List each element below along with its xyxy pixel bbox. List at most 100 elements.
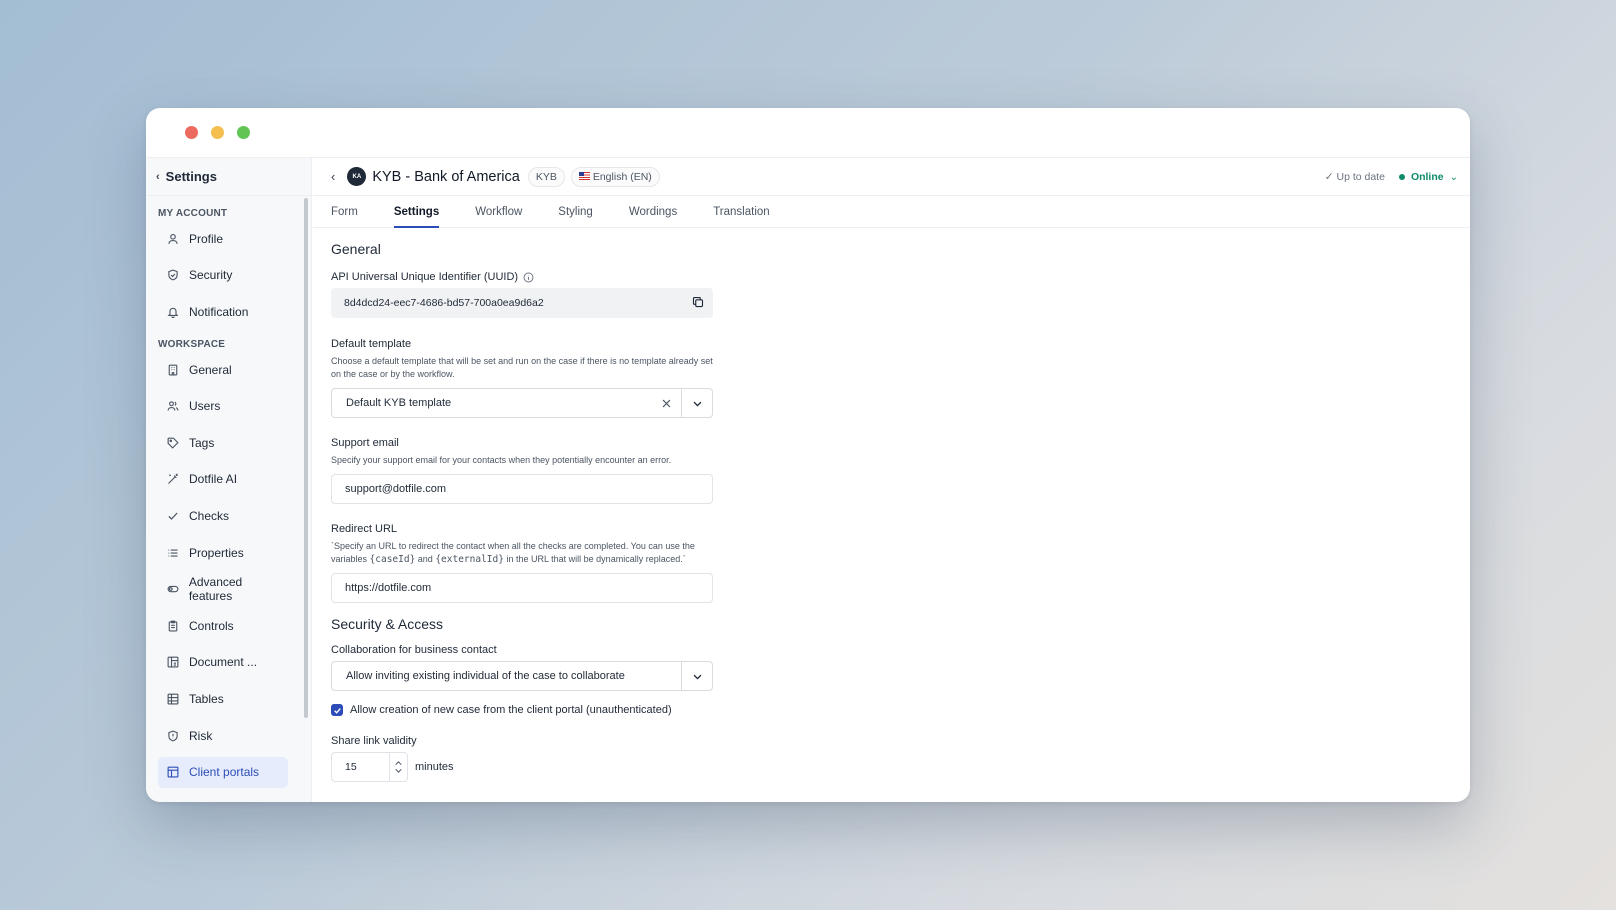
redirect-hint-end: in the URL that will be dynamically repl… — [503, 554, 686, 564]
app-window: ‹ Settings MY ACCOUNT Profile Security N… — [146, 108, 1470, 802]
chevron-down-icon[interactable] — [394, 767, 403, 775]
redirect-url-field[interactable]: https://dotfile.com — [331, 573, 713, 603]
sidebar-item-risk[interactable]: Risk — [158, 720, 288, 751]
chevron-down-icon[interactable] — [682, 398, 712, 409]
building-icon — [165, 364, 181, 376]
online-dot-icon — [1398, 174, 1405, 180]
language-label: English (EN) — [592, 170, 652, 183]
uuid-label: API Universal Unique Identifier (UUID) — [331, 271, 713, 283]
sidebar-back-settings[interactable]: ‹ Settings — [146, 158, 311, 196]
tab-form[interactable]: Form — [331, 206, 358, 227]
check-icon — [165, 510, 181, 522]
maximize-window-button[interactable] — [237, 126, 250, 139]
sidebar-item-checks[interactable]: Checks — [158, 501, 288, 532]
section-security-title: Security & Access — [331, 616, 444, 632]
document-icon — [165, 656, 181, 668]
sidebar-item-advanced-features[interactable]: Advanced features — [158, 574, 288, 605]
tab-workflow[interactable]: Workflow — [475, 206, 522, 227]
users-icon — [165, 400, 181, 412]
sidebar-item-document[interactable]: Document ... — [158, 647, 288, 678]
section-general-title: General — [331, 241, 381, 257]
sidebar-item-label: Tables — [189, 692, 224, 707]
sidebar-item-properties[interactable]: Properties — [158, 537, 288, 568]
allow-creation-label: Allow creation of new case from the clie… — [350, 704, 672, 716]
check-icon: ✓ — [1324, 171, 1337, 183]
share-validity-value[interactable]: 15 — [332, 761, 389, 773]
language-chip[interactable]: English (EN) — [570, 166, 660, 187]
share-validity-stepper[interactable]: 15 — [331, 752, 408, 782]
main-panel: ‹ KA KYB - Bank of America KYB English (… — [313, 158, 1470, 802]
chevron-down-icon[interactable]: ⌄ — [1450, 172, 1458, 183]
chevron-down-icon[interactable] — [682, 671, 712, 682]
close-window-button[interactable] — [185, 126, 198, 139]
sidebar-item-controls[interactable]: Controls — [158, 610, 288, 641]
close-icon[interactable] — [651, 398, 681, 409]
section-my-account: MY ACCOUNT — [158, 208, 228, 219]
tab-translation[interactable]: Translation — [713, 206, 769, 227]
collaboration-select[interactable]: Allow inviting existing individual of th… — [331, 661, 713, 691]
support-email-label: Support email — [331, 437, 399, 449]
chevron-up-icon[interactable] — [394, 759, 403, 767]
template-hint: Choose a default template that will be s… — [331, 356, 713, 379]
sidebar-item-label: Risk — [189, 728, 213, 743]
settings-form: General API Universal Unique Identifier … — [313, 228, 713, 782]
tag-icon — [165, 437, 181, 449]
sidebar-item-label: Document ... — [189, 655, 258, 670]
type-badge: KYB — [527, 166, 565, 187]
template-label: Default template — [331, 338, 412, 350]
sidebar-item-label: Profile — [189, 231, 224, 246]
sidebar-item-notification[interactable]: Notification — [158, 296, 288, 327]
sidebar-item-users[interactable]: Users — [158, 391, 288, 422]
sidebar-item-label: Client portals — [189, 765, 260, 780]
allow-creation-checkbox[interactable] — [331, 704, 343, 716]
uuid-value: 8d4dcd24-eec7-4686-bd57-700a0ea9d6a2 — [344, 297, 544, 309]
sidebar-item-client-portals[interactable]: Client portals — [158, 756, 288, 788]
sidebar-scrollbar[interactable] — [304, 198, 308, 718]
sidebar-item-security[interactable]: Security — [158, 260, 288, 291]
online-status-button[interactable]: Online — [1411, 171, 1444, 183]
list-icon — [165, 547, 181, 559]
back-button[interactable]: ‹ — [331, 169, 335, 184]
sidebar-item-general[interactable]: General — [158, 354, 288, 385]
share-validity-row: 15 minutes — [331, 752, 713, 782]
uuid-label-text: API Universal Unique Identifier (UUID) — [331, 271, 519, 283]
section-workspace: WORKSPACE — [158, 339, 226, 351]
template-select[interactable]: Default KYB template — [331, 388, 713, 418]
page-title: KYB - Bank of America — [372, 168, 520, 185]
external-id-variable: {externalId} — [435, 554, 504, 565]
support-email-hint: Specify your support email for your cont… — [331, 455, 672, 465]
title-bar — [146, 108, 1470, 158]
sidebar-item-label: General — [189, 362, 232, 377]
sync-status: ✓ Up to date — [1325, 171, 1385, 183]
uuid-field: 8d4dcd24-eec7-4686-bd57-700a0ea9d6a2 — [331, 288, 713, 318]
bell-icon — [165, 306, 181, 318]
copy-icon[interactable] — [692, 296, 704, 311]
sidebar-item-label: Tags — [189, 435, 215, 450]
user-icon — [165, 233, 181, 245]
redirect-url-hint: `Specify an URL to redirect the contact … — [331, 540, 713, 566]
shield-icon — [165, 269, 181, 281]
template-select-value: Default KYB template — [346, 397, 452, 409]
tab-wordings[interactable]: Wordings — [629, 206, 677, 227]
stepper-arrows — [389, 753, 407, 781]
case-id-variable: {caseId} — [369, 554, 416, 565]
avatar: KA — [347, 167, 367, 186]
sidebar-item-label: Checks — [189, 509, 230, 524]
sidebar-item-label: Properties — [189, 545, 244, 560]
wand-icon — [165, 473, 181, 485]
sidebar-item-tables[interactable]: Tables — [158, 684, 288, 715]
collaboration-select-value: Allow inviting existing individual of th… — [346, 670, 625, 682]
clipboard-icon — [165, 620, 181, 632]
sidebar-item-dotfile-ai[interactable]: Dotfile AI — [158, 464, 288, 495]
tab-styling[interactable]: Styling — [558, 206, 593, 227]
sidebar-item-profile[interactable]: Profile — [158, 223, 288, 254]
sidebar-item-tags[interactable]: Tags — [158, 427, 288, 458]
minimize-window-button[interactable] — [211, 126, 224, 139]
redirect-hint-and: and — [415, 554, 436, 564]
info-icon[interactable] — [523, 272, 534, 283]
sidebar-item-label: Controls — [189, 618, 234, 633]
layout-icon — [165, 766, 181, 778]
tab-settings[interactable]: Settings — [393, 206, 440, 228]
support-email-field[interactable]: support@dotfile.com — [331, 474, 713, 504]
sidebar-item-label: Users — [189, 399, 221, 414]
